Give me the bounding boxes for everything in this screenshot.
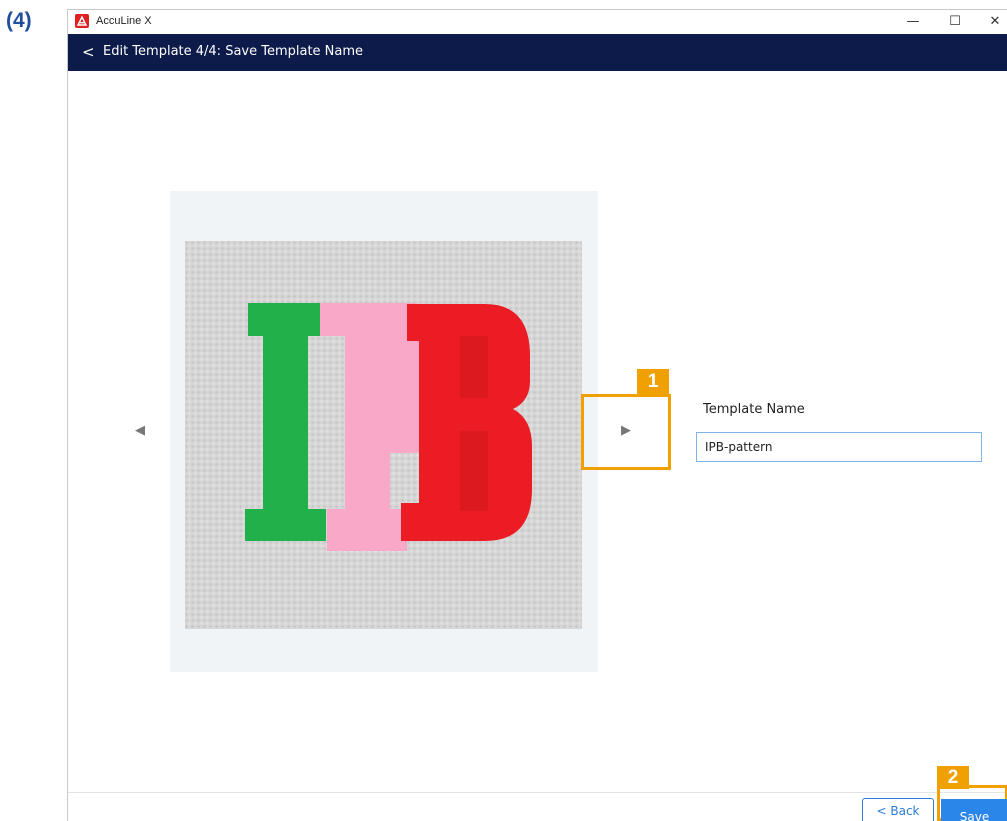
app-logo-icon — [75, 14, 89, 28]
maximize-button[interactable]: ☐ — [936, 10, 974, 34]
template-preview-image — [185, 241, 582, 629]
callout-1-highlight — [581, 394, 671, 470]
app-window: AccuLine X — ☐ ✕ < Edit Template 4/4: Sa… — [67, 9, 1007, 821]
back-chevron-icon[interactable]: < — [82, 43, 95, 61]
page-title: Edit Template 4/4: Save Template Name — [103, 44, 364, 59]
callout-2-badge: 2 — [937, 766, 969, 789]
close-button[interactable]: ✕ — [976, 10, 1007, 34]
step-label: (4) — [6, 9, 32, 32]
page-header: < Edit Template 4/4: Save Template Name — [68, 34, 1007, 71]
back-button[interactable]: < Back — [862, 798, 934, 821]
previous-arrow-icon[interactable]: ◀ — [135, 423, 145, 438]
title-bar: AccuLine X — ☐ ✕ — [68, 10, 1007, 34]
template-preview-panel — [170, 191, 598, 672]
template-name-label: Template Name — [703, 402, 805, 417]
callout-1-badge: 1 — [637, 369, 669, 394]
save-button[interactable]: Save — [941, 799, 1007, 821]
template-name-input[interactable] — [696, 432, 982, 462]
minimize-button[interactable]: — — [894, 10, 932, 34]
app-title: AccuLine X — [96, 15, 152, 27]
footer-divider — [68, 792, 1007, 793]
